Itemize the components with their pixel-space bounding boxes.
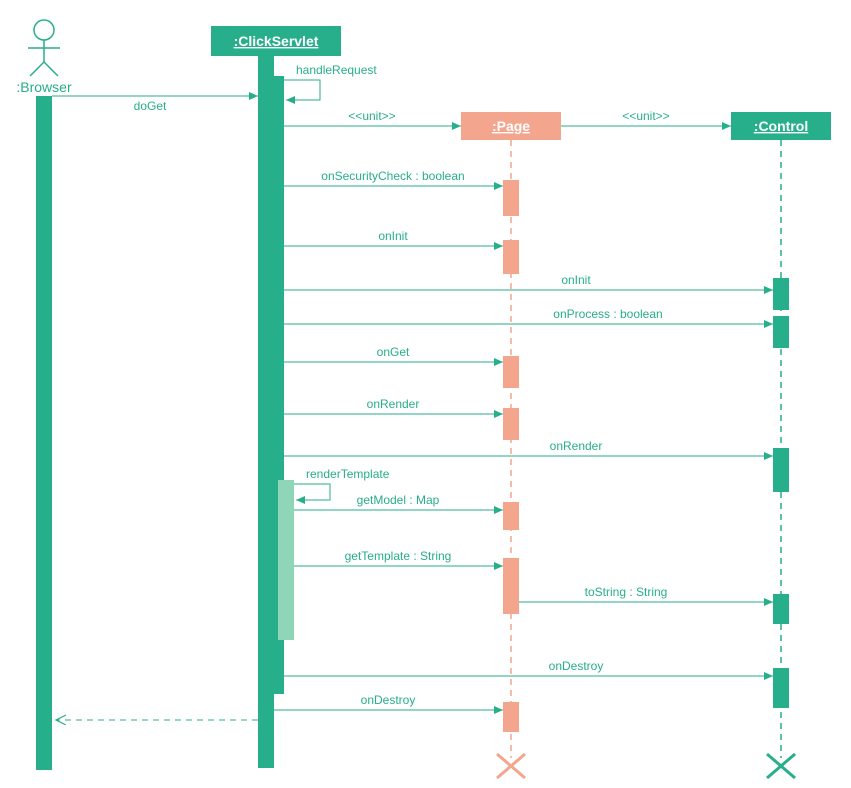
msg-ondestroy: onDestroy	[361, 693, 416, 707]
page-act-seccheck	[503, 180, 519, 216]
page-act-onrender	[503, 408, 519, 440]
msg-gettemplate: getTemplate : String	[345, 549, 452, 563]
clickservlet-activation-3	[278, 480, 294, 640]
msg-rendertemplate: renderTemplate	[306, 467, 390, 481]
page-act-oninit	[503, 240, 519, 274]
msg-seccheck: onSecurityCheck : boolean	[321, 169, 464, 183]
msg-oninitctrl: onInit	[561, 273, 591, 287]
ctrl-act-onrender	[773, 448, 789, 492]
page-act-onget	[503, 356, 519, 388]
msg-onrender: onRender	[367, 397, 420, 411]
lifeline-page: :Page	[461, 112, 561, 140]
actor-browser: :Browser	[16, 20, 72, 95]
msg-onrenderctrl: onRender	[550, 439, 603, 453]
lifeline-clickservlet: :ClickServlet	[211, 26, 341, 56]
page-act-gettemplate	[503, 558, 519, 614]
msg-handlerequest-arrow	[284, 80, 320, 100]
clickservlet-label: :ClickServlet	[234, 33, 319, 49]
msg-rendertemplate-arrow	[294, 484, 330, 500]
browser-activation	[36, 96, 52, 770]
msg-tostring: toString : String	[585, 585, 668, 599]
msg-onprocess: onProcess : boolean	[553, 307, 662, 321]
ctrl-act-ondestroy	[773, 668, 789, 708]
page-act-getmodel	[503, 502, 519, 530]
actor-browser-label: :Browser	[16, 79, 72, 95]
ctrl-act-onprocess	[773, 316, 789, 348]
msg-getmodel: getModel : Map	[357, 493, 440, 507]
ctrl-act-tostring	[773, 594, 789, 624]
msg-ondestroyctrl: onDestroy	[549, 659, 604, 673]
control-label: :Control	[754, 118, 808, 134]
lifeline-control: :Control	[731, 112, 831, 140]
msg-handlerequest: handleRequest	[296, 63, 377, 77]
msg-unit1: <<unit>>	[348, 109, 395, 123]
msg-unit2: <<unit>>	[622, 109, 669, 123]
msg-onget: onGet	[377, 345, 410, 359]
ctrl-act-oninit	[773, 278, 789, 310]
sequence-diagram: :Browser :ClickServlet :Page :Control do…	[0, 0, 851, 788]
msg-oninit: onInit	[378, 229, 408, 243]
page-act-ondestroy	[503, 702, 519, 732]
msg-doget: doGet	[134, 99, 167, 113]
page-label: :Page	[492, 118, 530, 134]
